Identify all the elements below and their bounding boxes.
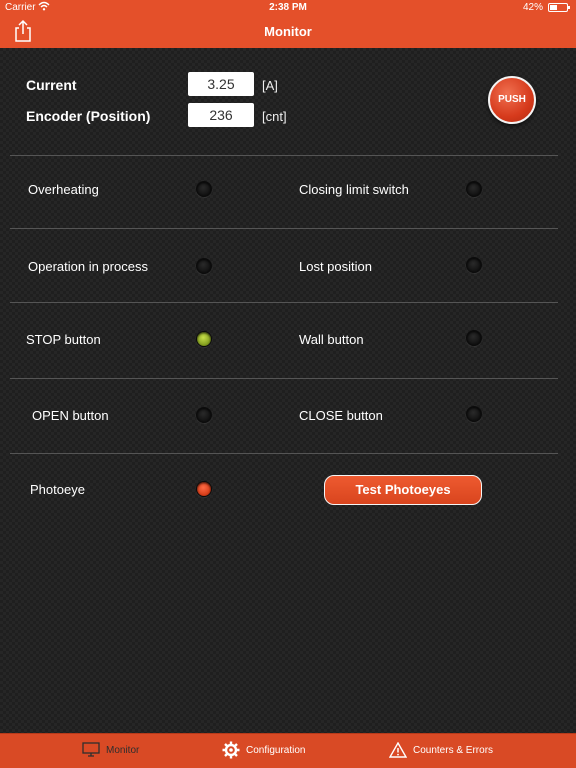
push-button[interactable]: PUSH xyxy=(488,76,536,124)
encoder-unit: [cnt] xyxy=(262,109,287,124)
wall-button-label: Wall button xyxy=(299,332,364,347)
page-title: Monitor xyxy=(264,24,312,39)
tab-bar: Monitor Configuration Counters & Errors xyxy=(0,733,576,768)
open-button-led xyxy=(196,407,212,423)
encoder-value-field: 236 xyxy=(188,103,254,127)
current-label: Current xyxy=(26,77,77,93)
top-bar: Carrier 2:38 PM 42% Monitor xyxy=(0,0,576,48)
battery-percent: 42% xyxy=(522,2,543,13)
divider xyxy=(10,155,558,156)
current-unit: [A] xyxy=(262,78,278,93)
battery-icon xyxy=(548,3,570,12)
divider xyxy=(10,302,558,303)
divider xyxy=(10,453,558,454)
wall-button-led xyxy=(466,330,482,346)
divider xyxy=(10,378,558,379)
gear-icon xyxy=(222,741,240,762)
closing-limit-label: Closing limit switch xyxy=(299,182,409,197)
close-button-led xyxy=(466,406,482,422)
monitor-panel: Current 3.25 [A] Encoder (Position) 236 … xyxy=(0,48,576,733)
open-button-label: OPEN button xyxy=(32,408,109,423)
encoder-label: Encoder (Position) xyxy=(26,108,151,124)
lost-position-label: Lost position xyxy=(299,259,372,274)
operation-label: Operation in process xyxy=(28,259,148,274)
current-value-field: 3.25 xyxy=(188,72,254,96)
clock: 2:38 PM xyxy=(269,2,307,13)
divider xyxy=(10,228,558,229)
lost-position-led xyxy=(466,257,482,273)
tab-monitor[interactable]: Monitor xyxy=(80,734,150,768)
tab-configuration-label: Configuration xyxy=(246,745,306,756)
status-bar: Carrier 2:38 PM 42% xyxy=(0,0,576,16)
photoeye-led xyxy=(196,481,212,497)
overheating-led xyxy=(196,181,212,197)
tab-configuration[interactable]: Configuration xyxy=(222,734,322,768)
close-button-label: CLOSE button xyxy=(299,408,383,423)
stop-button-led xyxy=(196,331,212,347)
photoeye-label: Photoeye xyxy=(30,482,85,497)
tab-counters-errors[interactable]: Counters & Errors xyxy=(388,734,509,768)
operation-led xyxy=(196,258,212,274)
stop-button-label: STOP button xyxy=(26,332,101,347)
tab-monitor-label: Monitor xyxy=(106,745,140,756)
monitor-icon xyxy=(82,742,100,760)
overheating-label: Overheating xyxy=(28,182,99,197)
tab-counters-errors-label: Counters & Errors xyxy=(413,745,494,756)
closing-limit-led xyxy=(466,181,482,197)
warning-icon xyxy=(388,741,408,761)
test-photoeyes-button[interactable]: Test Photoeyes xyxy=(324,475,482,505)
